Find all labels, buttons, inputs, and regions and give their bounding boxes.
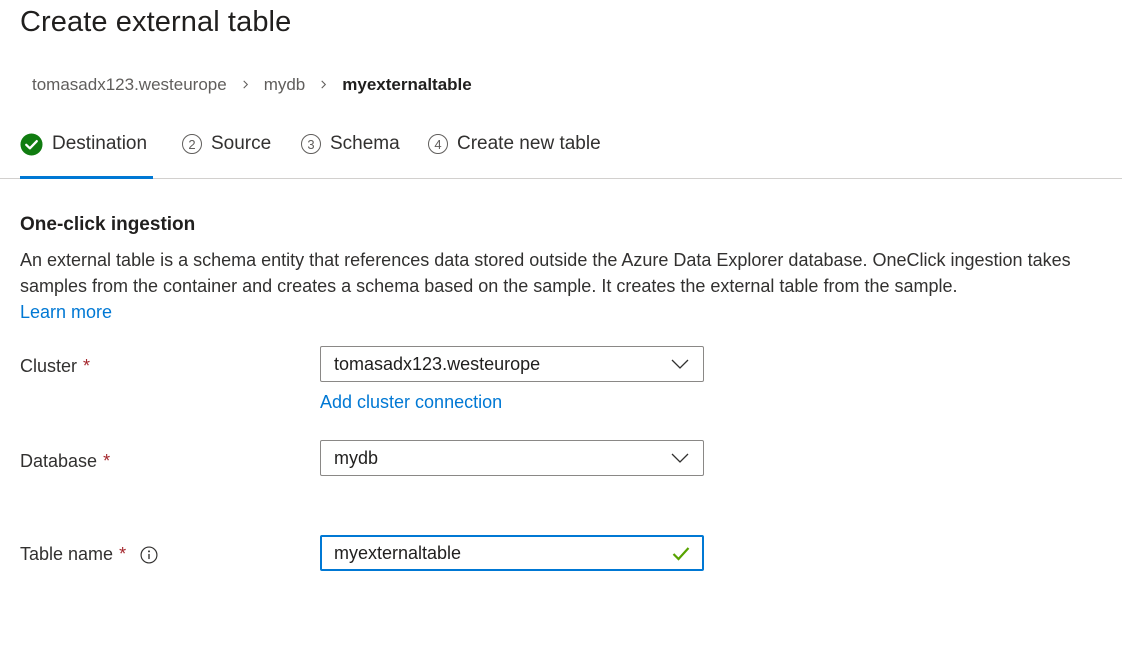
breadcrumb-item-table: myexternaltable <box>342 75 472 94</box>
required-marker: * <box>83 356 91 376</box>
cluster-label: Cluster * <box>20 356 90 377</box>
step-number: 2 <box>182 134 202 154</box>
tab-label: Create new table <box>457 133 601 154</box>
section-heading: One-click ingestion <box>20 214 196 235</box>
tab-label: Destination <box>52 133 148 154</box>
breadcrumb: tomasadx123.westeurope mydb myexternalta… <box>32 75 472 95</box>
required-marker: * <box>119 544 127 564</box>
chevron-down-icon <box>671 359 689 369</box>
label-text: Cluster <box>20 356 78 376</box>
tab-schema[interactable]: 3 Schema <box>301 130 400 158</box>
cluster-dropdown[interactable]: tomasadx123.westeurope <box>320 346 704 382</box>
tab-label: Schema <box>330 133 400 154</box>
chevron-right-icon <box>321 80 327 88</box>
chevron-right-icon <box>243 80 248 88</box>
tab-source[interactable]: 2 Source <box>182 130 271 158</box>
step-number: 3 <box>301 134 321 154</box>
dropdown-value: mydb <box>334 447 379 468</box>
add-cluster-connection-link[interactable]: Add cluster connection <box>320 392 502 413</box>
breadcrumb-item-database[interactable]: mydb <box>264 75 306 95</box>
description: An external table is a schema entity tha… <box>20 247 1110 325</box>
input-value: myexternaltable <box>334 542 462 563</box>
tab-label: Source <box>211 133 272 154</box>
dropdown-value: tomasadx123.westeurope <box>334 353 541 374</box>
database-label: Database * <box>20 451 110 472</box>
active-tab-indicator <box>20 176 153 179</box>
checkmark-icon <box>672 547 690 561</box>
breadcrumb-item-cluster[interactable]: tomasadx123.westeurope <box>32 75 227 95</box>
tab-create-new-table[interactable]: 4 Create new table <box>428 130 601 158</box>
label-text: Database <box>20 451 98 471</box>
info-icon[interactable] <box>140 545 158 564</box>
page-title: Create external table <box>20 6 292 38</box>
checkmark-circle-icon <box>20 132 43 156</box>
database-dropdown[interactable]: mydb <box>320 440 704 476</box>
tabs-divider <box>0 178 1122 179</box>
table-name-input[interactable]: myexternaltable <box>320 535 704 571</box>
label-text: Table name <box>20 544 114 564</box>
description-text: An external table is a schema entity tha… <box>20 250 1071 296</box>
learn-more-link[interactable]: Learn more <box>20 302 112 322</box>
required-marker: * <box>103 451 111 471</box>
step-number: 4 <box>428 134 448 154</box>
chevron-down-icon <box>671 453 689 463</box>
table-name-label: Table name * <box>20 544 158 565</box>
tab-destination[interactable]: Destination <box>20 130 147 158</box>
